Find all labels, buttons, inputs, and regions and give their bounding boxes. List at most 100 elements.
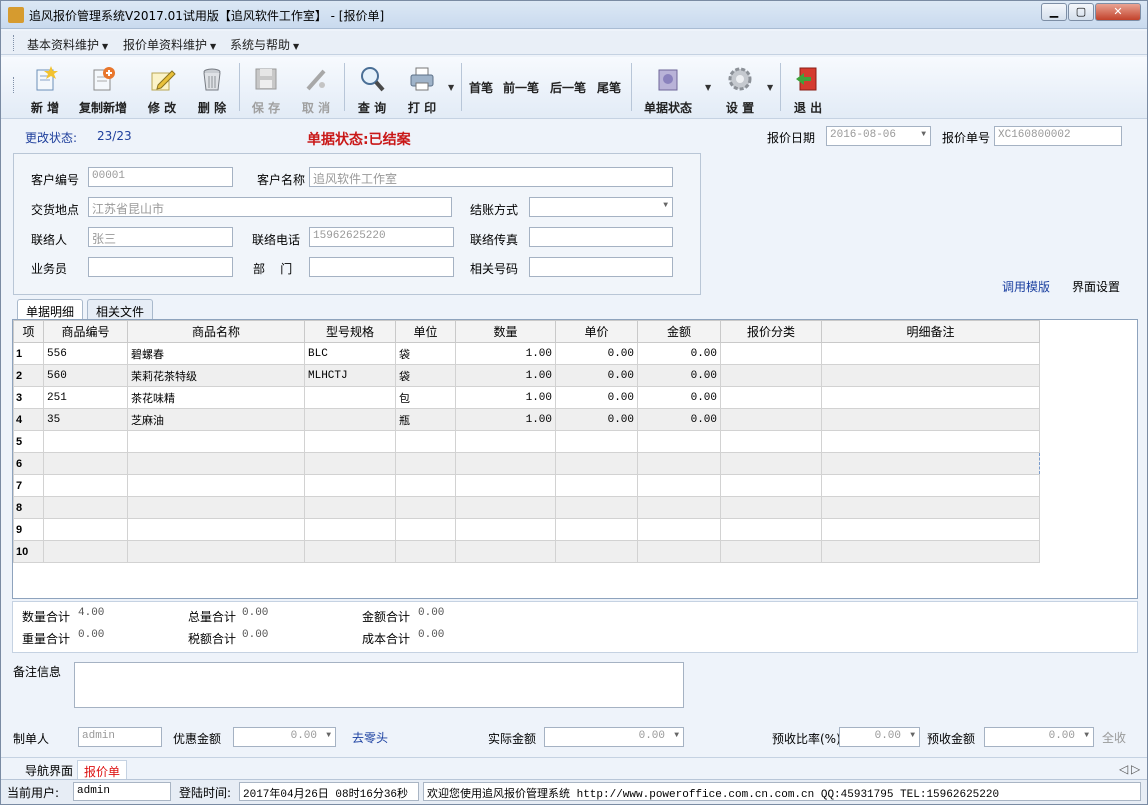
table-cell[interactable] xyxy=(304,474,396,497)
table-row[interactable]: 4 35 芝麻油瓶 1.00 0.00 0.00 xyxy=(13,408,1040,431)
table-cell[interactable] xyxy=(455,540,556,563)
table-cell[interactable] xyxy=(720,430,822,453)
table-cell[interactable] xyxy=(395,518,456,541)
round-off-link[interactable]: 去零头 xyxy=(352,729,388,746)
table-cell[interactable]: 茉莉花茶特级 xyxy=(127,364,305,387)
table-cell[interactable] xyxy=(395,474,456,497)
table-row[interactable]: 5 xyxy=(13,430,1040,453)
table-cell[interactable] xyxy=(720,386,822,409)
table-cell[interactable] xyxy=(720,408,822,431)
template-link[interactable]: 调用模版 xyxy=(1002,278,1050,295)
table-cell[interactable] xyxy=(43,496,128,519)
table-row[interactable]: 7 xyxy=(13,474,1040,497)
column-header[interactable]: 型号规格 xyxy=(304,320,396,343)
settle-select[interactable]: ▼ xyxy=(529,197,673,217)
maker-field[interactable]: admin xyxy=(78,727,162,747)
column-header[interactable]: 明细备注 xyxy=(821,320,1040,343)
table-cell[interactable]: 芝麻油 xyxy=(127,408,305,431)
tab-navigation[interactable]: 导航界面 xyxy=(19,760,79,779)
table-cell[interactable] xyxy=(304,430,396,453)
phone-field[interactable]: 15962625220 xyxy=(309,227,454,247)
table-cell[interactable]: 7 xyxy=(13,474,44,497)
table-cell[interactable]: 1.00 xyxy=(455,364,556,387)
table-cell[interactable]: 0.00 xyxy=(555,342,638,365)
settings-button[interactable]: 设 置 xyxy=(719,61,761,117)
table-cell[interactable] xyxy=(455,496,556,519)
doc-status-button[interactable]: 单据状态 xyxy=(639,61,697,117)
discount-spinner[interactable]: 0.00 ▼ xyxy=(233,727,336,747)
table-cell[interactable] xyxy=(395,540,456,563)
table-cell[interactable] xyxy=(637,474,721,497)
collect-all-button[interactable]: 全收 xyxy=(1102,729,1126,746)
table-cell[interactable] xyxy=(637,496,721,519)
table-cell[interactable] xyxy=(821,474,1040,497)
contact-field[interactable]: 张三 xyxy=(88,227,233,247)
table-cell[interactable]: 0.00 xyxy=(637,342,721,365)
customer-no-field[interactable]: 00001 xyxy=(88,167,233,187)
table-cell[interactable]: 0.00 xyxy=(555,386,638,409)
table-cell[interactable] xyxy=(720,496,822,519)
table-cell[interactable]: 1 xyxy=(13,342,44,365)
table-cell[interactable] xyxy=(555,430,638,453)
table-cell[interactable] xyxy=(304,408,396,431)
table-cell[interactable]: 0.00 xyxy=(555,408,638,431)
table-cell[interactable]: 556 xyxy=(43,342,128,365)
table-cell[interactable] xyxy=(821,452,1040,475)
table-cell[interactable] xyxy=(720,540,822,563)
table-cell[interactable] xyxy=(555,452,638,475)
table-cell[interactable] xyxy=(637,452,721,475)
customer-name-field[interactable]: 追风软件工作室 xyxy=(309,167,673,187)
tab-scroll-right-icon[interactable]: ▷ xyxy=(1125,760,1146,779)
close-button[interactable]: ✕ xyxy=(1095,3,1141,21)
table-cell[interactable] xyxy=(127,430,305,453)
dept-field[interactable] xyxy=(309,257,454,277)
table-cell[interactable]: BLC xyxy=(304,342,396,365)
column-header[interactable]: 数量 xyxy=(455,320,556,343)
table-cell[interactable]: 1.00 xyxy=(455,342,556,365)
copy-add-button[interactable]: 复制新增 xyxy=(75,61,131,117)
column-header[interactable]: 单价 xyxy=(555,320,638,343)
exit-button[interactable]: 退 出 xyxy=(787,61,829,117)
table-cell[interactable]: 560 xyxy=(43,364,128,387)
status-dropdown-arrow-icon[interactable]: ▼ xyxy=(705,83,711,92)
quote-no-field[interactable]: XC160800002 xyxy=(994,126,1122,146)
table-cell[interactable] xyxy=(127,518,305,541)
column-header[interactable]: 报价分类 xyxy=(720,320,822,343)
delivery-field[interactable]: 江苏省昆山市 xyxy=(88,197,452,217)
ui-settings-link[interactable]: 界面设置 xyxy=(1072,278,1120,295)
table-cell[interactable] xyxy=(127,540,305,563)
table-cell[interactable] xyxy=(637,540,721,563)
save-button[interactable]: 保 存 xyxy=(245,61,287,117)
table-cell[interactable] xyxy=(555,518,638,541)
table-cell[interactable] xyxy=(637,518,721,541)
table-cell[interactable] xyxy=(821,342,1040,365)
table-cell[interactable] xyxy=(455,452,556,475)
table-cell[interactable] xyxy=(304,452,396,475)
table-cell[interactable] xyxy=(127,496,305,519)
last-record-button[interactable]: 尾笔 xyxy=(597,79,621,96)
table-cell[interactable] xyxy=(637,430,721,453)
table-row[interactable]: 1 556 碧螺春 BLC 袋 1.00 0.00 0.00 xyxy=(13,342,1040,365)
table-cell[interactable]: 0.00 xyxy=(637,364,721,387)
table-cell[interactable] xyxy=(304,496,396,519)
table-row[interactable]: 6 xyxy=(13,452,1040,475)
delete-button[interactable]: 删 除 xyxy=(191,61,233,117)
table-cell[interactable]: 0.00 xyxy=(555,364,638,387)
tab-quote[interactable]: 报价单 xyxy=(77,760,128,779)
table-cell[interactable] xyxy=(720,474,822,497)
table-cell[interactable] xyxy=(395,430,456,453)
table-row[interactable]: 9 xyxy=(13,518,1040,541)
table-cell[interactable] xyxy=(720,452,822,475)
table-cell[interactable]: 0.00 xyxy=(637,408,721,431)
table-cell[interactable] xyxy=(127,474,305,497)
maximize-button[interactable]: ▢ xyxy=(1068,3,1094,21)
table-cell[interactable]: 35 xyxy=(43,408,128,431)
table-cell[interactable] xyxy=(455,474,556,497)
table-cell[interactable] xyxy=(821,540,1040,563)
table-cell[interactable] xyxy=(304,540,396,563)
table-cell[interactable] xyxy=(455,518,556,541)
menu-system-help[interactable]: 系统与帮助 ▼ xyxy=(230,36,299,53)
table-cell[interactable] xyxy=(720,518,822,541)
table-cell[interactable] xyxy=(821,518,1040,541)
table-cell[interactable]: 5 xyxy=(13,430,44,453)
